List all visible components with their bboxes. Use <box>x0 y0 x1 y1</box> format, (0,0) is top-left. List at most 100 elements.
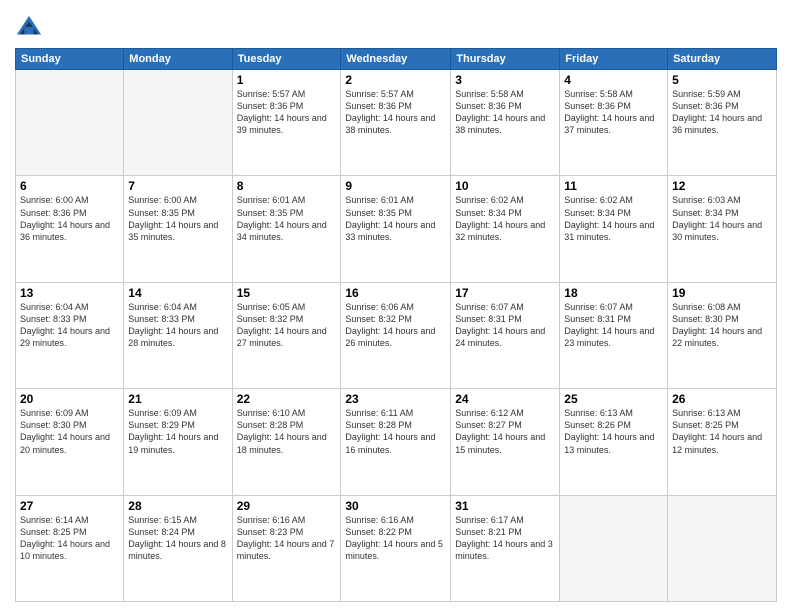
day-number: 15 <box>237 286 337 300</box>
day-number: 27 <box>20 499 119 513</box>
day-number: 31 <box>455 499 555 513</box>
calendar-cell: 21Sunrise: 6:09 AM Sunset: 8:29 PM Dayli… <box>124 389 232 495</box>
day-detail: Sunrise: 6:16 AM Sunset: 8:23 PM Dayligh… <box>237 514 337 563</box>
day-detail: Sunrise: 6:02 AM Sunset: 8:34 PM Dayligh… <box>564 194 663 243</box>
day-detail: Sunrise: 6:04 AM Sunset: 8:33 PM Dayligh… <box>128 301 227 350</box>
day-detail: Sunrise: 6:07 AM Sunset: 8:31 PM Dayligh… <box>564 301 663 350</box>
weekday-header-thursday: Thursday <box>451 49 560 70</box>
week-row-5: 27Sunrise: 6:14 AM Sunset: 8:25 PM Dayli… <box>16 495 777 601</box>
calendar-cell: 25Sunrise: 6:13 AM Sunset: 8:26 PM Dayli… <box>560 389 668 495</box>
day-number: 19 <box>672 286 772 300</box>
calendar-cell: 23Sunrise: 6:11 AM Sunset: 8:28 PM Dayli… <box>341 389 451 495</box>
day-detail: Sunrise: 5:57 AM Sunset: 8:36 PM Dayligh… <box>237 88 337 137</box>
calendar-cell <box>668 495 777 601</box>
day-number: 30 <box>345 499 446 513</box>
week-row-3: 13Sunrise: 6:04 AM Sunset: 8:33 PM Dayli… <box>16 282 777 388</box>
day-detail: Sunrise: 6:13 AM Sunset: 8:25 PM Dayligh… <box>672 407 772 456</box>
day-detail: Sunrise: 6:15 AM Sunset: 8:24 PM Dayligh… <box>128 514 227 563</box>
calendar-cell: 6Sunrise: 6:00 AM Sunset: 8:36 PM Daylig… <box>16 176 124 282</box>
week-row-1: 1Sunrise: 5:57 AM Sunset: 8:36 PM Daylig… <box>16 70 777 176</box>
day-number: 17 <box>455 286 555 300</box>
calendar-cell: 9Sunrise: 6:01 AM Sunset: 8:35 PM Daylig… <box>341 176 451 282</box>
day-detail: Sunrise: 6:11 AM Sunset: 8:28 PM Dayligh… <box>345 407 446 456</box>
calendar-cell: 18Sunrise: 6:07 AM Sunset: 8:31 PM Dayli… <box>560 282 668 388</box>
day-detail: Sunrise: 6:09 AM Sunset: 8:29 PM Dayligh… <box>128 407 227 456</box>
calendar-cell: 4Sunrise: 5:58 AM Sunset: 8:36 PM Daylig… <box>560 70 668 176</box>
day-detail: Sunrise: 6:08 AM Sunset: 8:30 PM Dayligh… <box>672 301 772 350</box>
day-number: 5 <box>672 73 772 87</box>
calendar-cell: 17Sunrise: 6:07 AM Sunset: 8:31 PM Dayli… <box>451 282 560 388</box>
calendar-cell: 15Sunrise: 6:05 AM Sunset: 8:32 PM Dayli… <box>232 282 341 388</box>
calendar-table: SundayMondayTuesdayWednesdayThursdayFrid… <box>15 48 777 602</box>
day-number: 26 <box>672 392 772 406</box>
day-detail: Sunrise: 6:12 AM Sunset: 8:27 PM Dayligh… <box>455 407 555 456</box>
day-detail: Sunrise: 6:17 AM Sunset: 8:21 PM Dayligh… <box>455 514 555 563</box>
calendar-cell: 28Sunrise: 6:15 AM Sunset: 8:24 PM Dayli… <box>124 495 232 601</box>
logo-icon <box>15 14 43 42</box>
logo <box>15 14 45 42</box>
weekday-header-saturday: Saturday <box>668 49 777 70</box>
day-detail: Sunrise: 6:01 AM Sunset: 8:35 PM Dayligh… <box>237 194 337 243</box>
calendar-cell: 31Sunrise: 6:17 AM Sunset: 8:21 PM Dayli… <box>451 495 560 601</box>
day-detail: Sunrise: 6:00 AM Sunset: 8:36 PM Dayligh… <box>20 194 119 243</box>
day-detail: Sunrise: 5:58 AM Sunset: 8:36 PM Dayligh… <box>455 88 555 137</box>
day-number: 16 <box>345 286 446 300</box>
calendar-cell: 10Sunrise: 6:02 AM Sunset: 8:34 PM Dayli… <box>451 176 560 282</box>
day-number: 3 <box>455 73 555 87</box>
day-number: 21 <box>128 392 227 406</box>
day-number: 11 <box>564 179 663 193</box>
day-detail: Sunrise: 6:02 AM Sunset: 8:34 PM Dayligh… <box>455 194 555 243</box>
day-detail: Sunrise: 6:01 AM Sunset: 8:35 PM Dayligh… <box>345 194 446 243</box>
day-number: 24 <box>455 392 555 406</box>
day-detail: Sunrise: 6:16 AM Sunset: 8:22 PM Dayligh… <box>345 514 446 563</box>
day-number: 20 <box>20 392 119 406</box>
day-number: 7 <box>128 179 227 193</box>
calendar-cell: 16Sunrise: 6:06 AM Sunset: 8:32 PM Dayli… <box>341 282 451 388</box>
day-number: 29 <box>237 499 337 513</box>
day-number: 4 <box>564 73 663 87</box>
calendar-cell: 14Sunrise: 6:04 AM Sunset: 8:33 PM Dayli… <box>124 282 232 388</box>
day-number: 9 <box>345 179 446 193</box>
weekday-header-sunday: Sunday <box>16 49 124 70</box>
day-detail: Sunrise: 6:13 AM Sunset: 8:26 PM Dayligh… <box>564 407 663 456</box>
day-detail: Sunrise: 6:04 AM Sunset: 8:33 PM Dayligh… <box>20 301 119 350</box>
calendar-cell <box>16 70 124 176</box>
day-number: 25 <box>564 392 663 406</box>
calendar-cell: 13Sunrise: 6:04 AM Sunset: 8:33 PM Dayli… <box>16 282 124 388</box>
day-detail: Sunrise: 6:07 AM Sunset: 8:31 PM Dayligh… <box>455 301 555 350</box>
calendar-cell: 1Sunrise: 5:57 AM Sunset: 8:36 PM Daylig… <box>232 70 341 176</box>
calendar-cell: 5Sunrise: 5:59 AM Sunset: 8:36 PM Daylig… <box>668 70 777 176</box>
day-detail: Sunrise: 5:57 AM Sunset: 8:36 PM Dayligh… <box>345 88 446 137</box>
calendar-cell: 3Sunrise: 5:58 AM Sunset: 8:36 PM Daylig… <box>451 70 560 176</box>
day-number: 22 <box>237 392 337 406</box>
calendar-cell: 7Sunrise: 6:00 AM Sunset: 8:35 PM Daylig… <box>124 176 232 282</box>
calendar-cell: 27Sunrise: 6:14 AM Sunset: 8:25 PM Dayli… <box>16 495 124 601</box>
week-row-2: 6Sunrise: 6:00 AM Sunset: 8:36 PM Daylig… <box>16 176 777 282</box>
header <box>15 10 777 42</box>
day-number: 13 <box>20 286 119 300</box>
day-detail: Sunrise: 6:14 AM Sunset: 8:25 PM Dayligh… <box>20 514 119 563</box>
day-detail: Sunrise: 6:09 AM Sunset: 8:30 PM Dayligh… <box>20 407 119 456</box>
calendar-cell: 11Sunrise: 6:02 AM Sunset: 8:34 PM Dayli… <box>560 176 668 282</box>
calendar-cell: 20Sunrise: 6:09 AM Sunset: 8:30 PM Dayli… <box>16 389 124 495</box>
day-detail: Sunrise: 5:58 AM Sunset: 8:36 PM Dayligh… <box>564 88 663 137</box>
day-number: 2 <box>345 73 446 87</box>
day-detail: Sunrise: 6:05 AM Sunset: 8:32 PM Dayligh… <box>237 301 337 350</box>
weekday-header-friday: Friday <box>560 49 668 70</box>
calendar-cell: 24Sunrise: 6:12 AM Sunset: 8:27 PM Dayli… <box>451 389 560 495</box>
calendar-cell: 22Sunrise: 6:10 AM Sunset: 8:28 PM Dayli… <box>232 389 341 495</box>
weekday-header-wednesday: Wednesday <box>341 49 451 70</box>
calendar-cell: 19Sunrise: 6:08 AM Sunset: 8:30 PM Dayli… <box>668 282 777 388</box>
calendar-cell <box>124 70 232 176</box>
day-detail: Sunrise: 6:10 AM Sunset: 8:28 PM Dayligh… <box>237 407 337 456</box>
day-detail: Sunrise: 6:06 AM Sunset: 8:32 PM Dayligh… <box>345 301 446 350</box>
day-detail: Sunrise: 5:59 AM Sunset: 8:36 PM Dayligh… <box>672 88 772 137</box>
day-number: 23 <box>345 392 446 406</box>
calendar-cell: 30Sunrise: 6:16 AM Sunset: 8:22 PM Dayli… <box>341 495 451 601</box>
day-number: 28 <box>128 499 227 513</box>
day-number: 18 <box>564 286 663 300</box>
calendar-page: SundayMondayTuesdayWednesdayThursdayFrid… <box>0 0 792 612</box>
day-number: 12 <box>672 179 772 193</box>
day-detail: Sunrise: 6:00 AM Sunset: 8:35 PM Dayligh… <box>128 194 227 243</box>
calendar-cell: 29Sunrise: 6:16 AM Sunset: 8:23 PM Dayli… <box>232 495 341 601</box>
